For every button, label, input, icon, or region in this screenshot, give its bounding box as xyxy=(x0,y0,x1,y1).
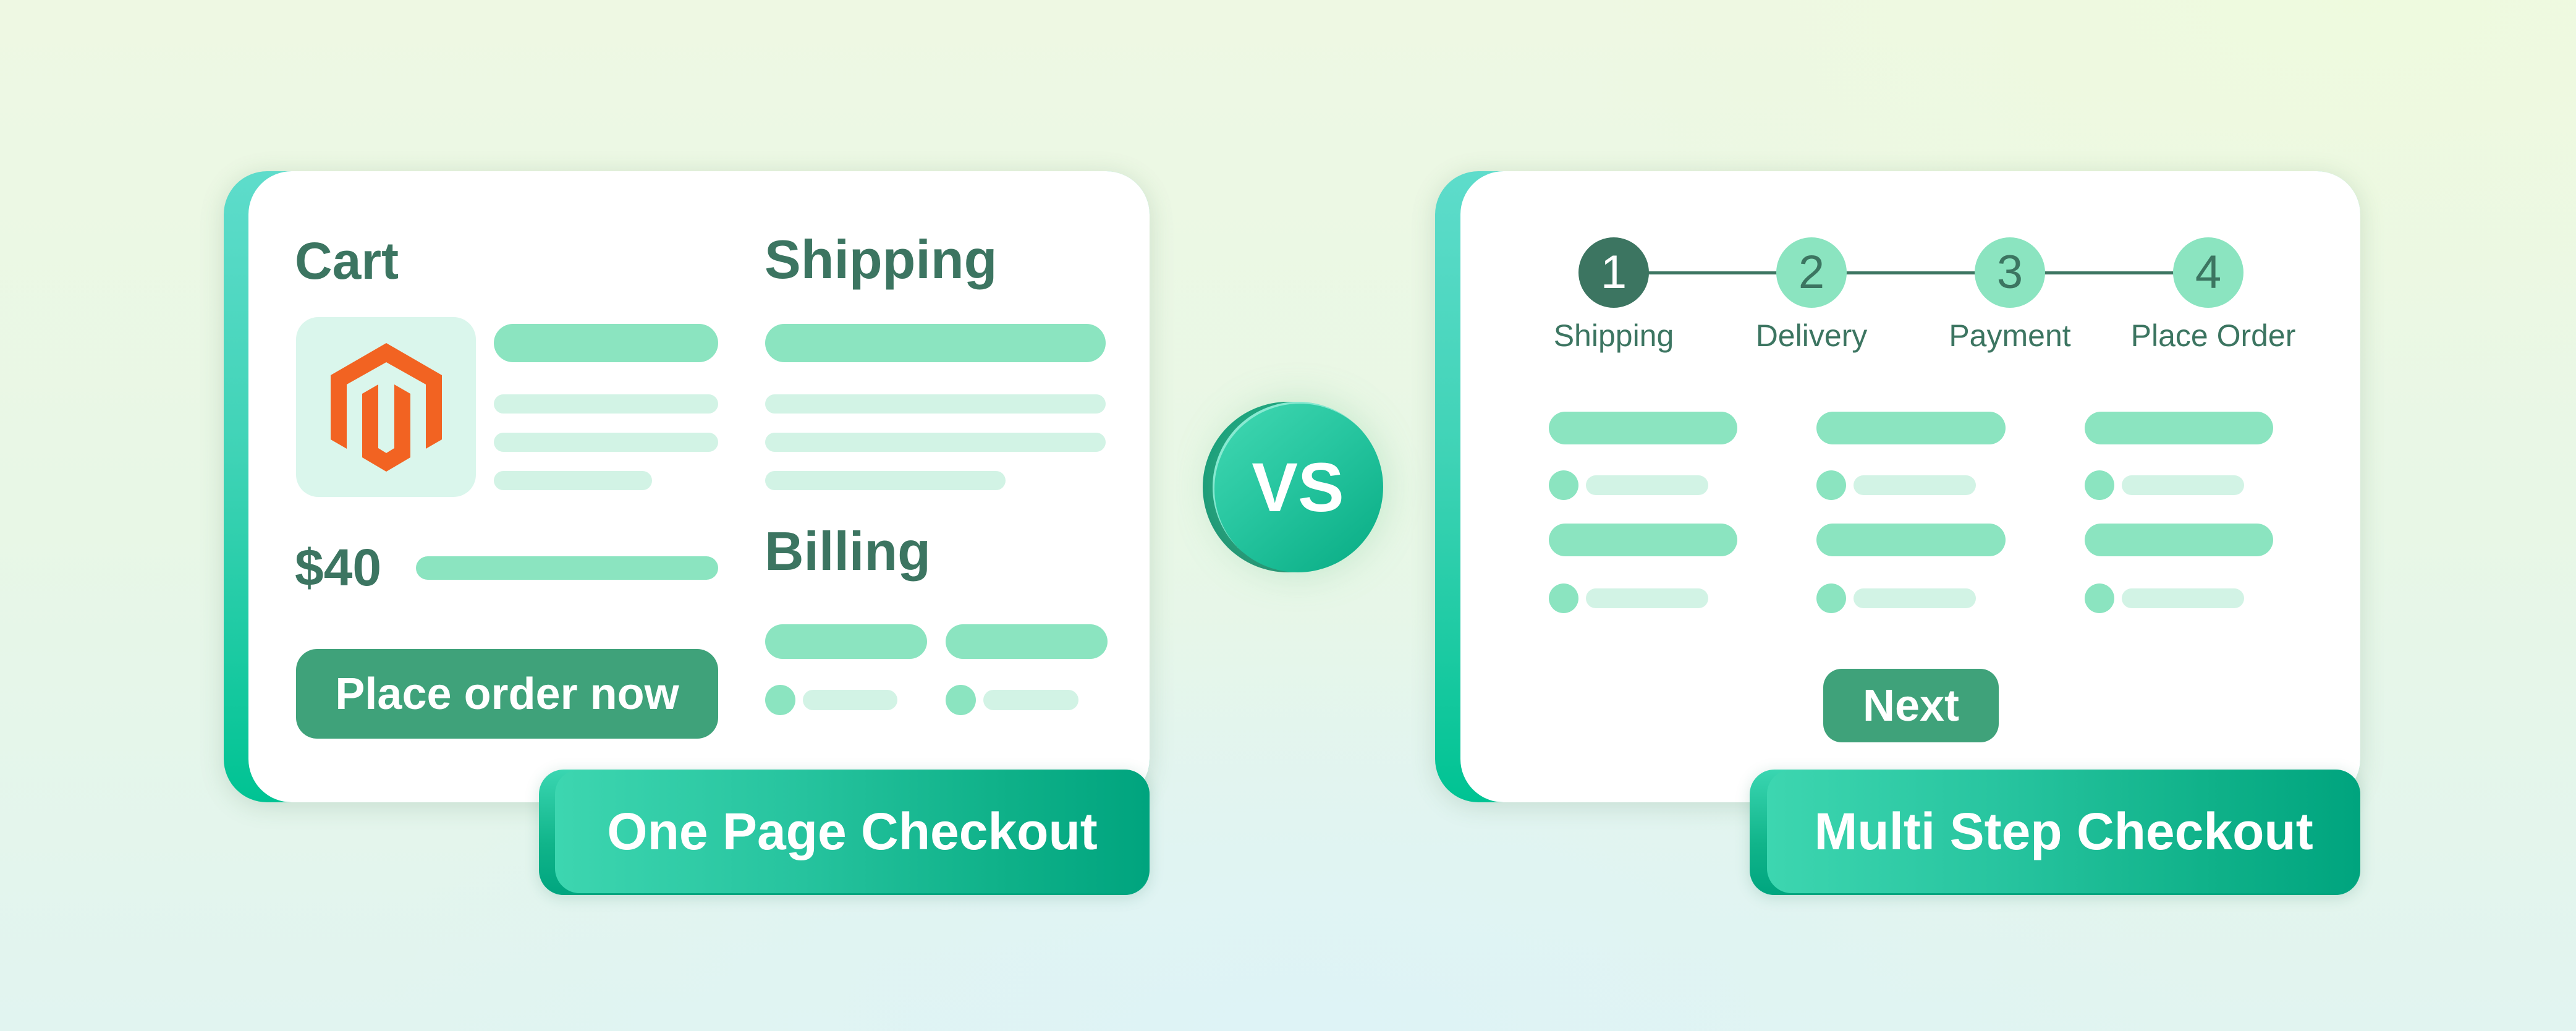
field-placeholder xyxy=(1549,412,1737,444)
field-placeholder xyxy=(2085,412,2273,444)
billing-field-placeholder xyxy=(946,624,1108,659)
product-detail-placeholder xyxy=(494,471,652,490)
step-2-circle[interactable]: 2 xyxy=(1776,237,1847,308)
one-page-checkout-title: One Page Checkout xyxy=(555,770,1150,893)
step-1-label: Shipping xyxy=(1553,318,1674,353)
billing-option-placeholder xyxy=(803,690,897,710)
product-detail-placeholder xyxy=(494,433,718,452)
radio-dot[interactable] xyxy=(1549,583,1578,613)
product-thumbnail xyxy=(296,317,476,497)
radio-dot[interactable] xyxy=(2085,470,2114,500)
field-placeholder xyxy=(1549,524,1737,556)
product-detail-placeholder xyxy=(494,394,718,414)
shipping-line-placeholder xyxy=(765,433,1106,452)
step-3-circle[interactable]: 3 xyxy=(1975,237,2045,308)
option-placeholder xyxy=(2122,588,2244,608)
option-placeholder xyxy=(1586,475,1708,495)
step-4-circle[interactable]: 4 xyxy=(2173,237,2243,308)
option-placeholder xyxy=(1854,475,1976,495)
billing-heading: Billing xyxy=(765,520,931,582)
shipping-field-placeholder xyxy=(765,324,1106,362)
next-button[interactable]: Next xyxy=(1823,669,1999,742)
step-1-circle[interactable]: 1 xyxy=(1578,237,1649,308)
stepper-connector-line xyxy=(1614,271,2208,274)
price-detail-placeholder xyxy=(416,556,718,580)
step-2-label: Delivery xyxy=(1755,318,1868,353)
option-placeholder xyxy=(1854,588,1976,608)
place-order-button[interactable]: Place order now xyxy=(296,649,718,739)
option-placeholder xyxy=(1586,588,1708,608)
radio-dot[interactable] xyxy=(1549,470,1578,500)
vs-label: VS xyxy=(1213,402,1383,572)
price-label: $40 xyxy=(295,538,382,596)
step-4-label: Place Order xyxy=(2130,318,2296,353)
product-name-placeholder xyxy=(494,324,718,362)
radio-dot[interactable] xyxy=(1816,583,1846,613)
billing-radio-dot[interactable] xyxy=(765,685,795,715)
field-placeholder xyxy=(1816,524,2006,556)
billing-field-placeholder xyxy=(765,624,927,659)
step-3-label: Payment xyxy=(1949,318,2071,353)
billing-option-placeholder xyxy=(983,690,1078,710)
field-placeholder xyxy=(1816,412,2006,444)
shipping-line-placeholder xyxy=(765,394,1106,414)
billing-radio-dot[interactable] xyxy=(946,685,976,715)
multi-step-checkout-title: Multi Step Checkout xyxy=(1767,770,2360,893)
shipping-line-placeholder xyxy=(765,471,1006,490)
radio-dot[interactable] xyxy=(1816,470,1846,500)
option-placeholder xyxy=(2122,475,2244,495)
magento-logo-icon xyxy=(331,343,442,472)
radio-dot[interactable] xyxy=(2085,583,2114,613)
field-placeholder xyxy=(2085,524,2273,556)
shipping-heading: Shipping xyxy=(765,229,998,290)
cart-heading: Cart xyxy=(295,232,399,290)
